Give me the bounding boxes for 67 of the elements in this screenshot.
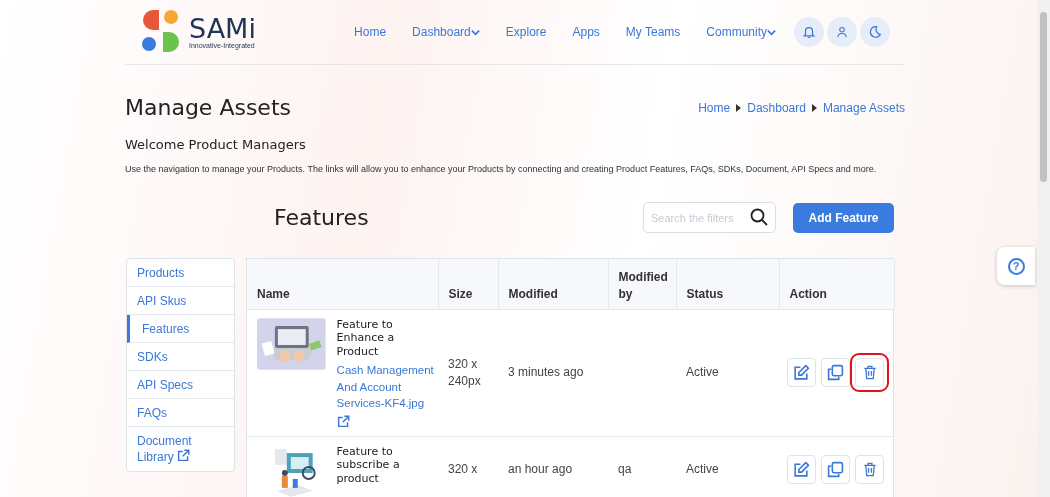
add-feature-button[interactable]: Add Feature xyxy=(793,202,894,233)
welcome-heading: Welcome Product Managers xyxy=(125,136,307,155)
external-link-icon xyxy=(177,449,190,463)
table-cell: an hour ago xyxy=(498,436,608,497)
edit-button[interactable] xyxy=(787,455,816,485)
trash-icon xyxy=(862,365,877,381)
help-button[interactable]: ? xyxy=(997,247,1035,285)
copy-button[interactable] xyxy=(821,358,850,388)
file-link[interactable]: Cash Management And Account Services-KF4.jpg xyxy=(336,362,434,412)
table-cell: 320 x xyxy=(438,436,498,497)
sidebar-item[interactable]: Document Library xyxy=(127,427,207,472)
page-title: Manage Assets xyxy=(125,95,291,122)
chevron-down-icon xyxy=(767,28,776,36)
table-cell: 3 minutes ago xyxy=(498,309,608,437)
sidebar-item[interactable]: FAQs xyxy=(127,399,234,428)
feature-name: Feature to subscribe a product xyxy=(336,444,401,486)
edit-icon xyxy=(793,364,810,382)
table-cell: 320 x 240px xyxy=(438,309,498,437)
open-link-button[interactable] xyxy=(336,414,350,428)
caret-right-icon xyxy=(811,104,817,113)
nav-dropdown[interactable]: Community xyxy=(706,23,776,41)
edit-button[interactable] xyxy=(787,358,816,388)
column-header: Status xyxy=(676,259,779,310)
nav-dropdown[interactable]: Dashboard xyxy=(412,23,480,41)
search-field[interactable]: Search the filters xyxy=(643,202,776,234)
copy-icon xyxy=(827,461,844,479)
copy-button[interactable] xyxy=(821,455,850,485)
notifications-button[interactable] xyxy=(794,17,824,47)
table-cell: qa xyxy=(608,436,676,497)
caret-right-icon xyxy=(736,104,742,113)
delete-button[interactable] xyxy=(855,455,884,485)
table-cell: Active xyxy=(676,436,779,497)
external-link-icon xyxy=(336,414,350,428)
nav-link[interactable]: Home xyxy=(354,23,387,41)
breadcrumb-link[interactable]: Dashboard xyxy=(747,99,806,118)
nav-link[interactable]: My Teams xyxy=(625,23,681,41)
search-icon xyxy=(750,208,768,227)
table-cell: Active xyxy=(676,309,779,437)
nav-link[interactable]: Apps xyxy=(572,23,600,41)
description-text: Use the navigation to manage your Products. The links will allow you to enhance your Products by connecting and creating Product Features, FAQs, SDKs, Document, API Specs and more. xyxy=(125,162,878,176)
logo-text: SAMi xyxy=(189,15,256,42)
user-icon xyxy=(836,26,848,38)
trash-icon xyxy=(862,462,877,478)
chevron-down-icon xyxy=(470,28,480,36)
column-header: Size xyxy=(438,259,498,310)
column-header: Modified by xyxy=(608,259,676,310)
sidebar-item[interactable]: Products xyxy=(127,259,234,288)
edit-icon xyxy=(793,461,810,479)
bell-icon xyxy=(802,25,816,39)
logo-icon xyxy=(141,10,181,54)
moon-icon xyxy=(868,25,882,39)
feature-name: Feature to Enhance a Product xyxy=(336,317,396,359)
sidebar-item[interactable]: SDKs xyxy=(127,343,234,372)
sidebar-item[interactable]: API Skus xyxy=(127,287,234,316)
copy-icon xyxy=(827,364,844,382)
column-header: Action xyxy=(779,259,894,310)
column-header: Name xyxy=(247,259,438,310)
column-header: Modified xyxy=(498,259,608,310)
scrollbar[interactable] xyxy=(1037,0,1050,497)
breadcrumb-link[interactable]: Manage Assets xyxy=(822,99,905,118)
section-title: Features xyxy=(274,204,370,233)
theme-toggle-button[interactable] xyxy=(860,17,890,47)
nav-link[interactable]: Explore xyxy=(505,23,547,41)
breadcrumb-link[interactable]: Home xyxy=(698,99,731,118)
sidebar-item[interactable]: API Specs xyxy=(127,371,234,400)
profile-button[interactable] xyxy=(827,17,857,47)
sidebar-item[interactable]: Features xyxy=(127,315,234,344)
